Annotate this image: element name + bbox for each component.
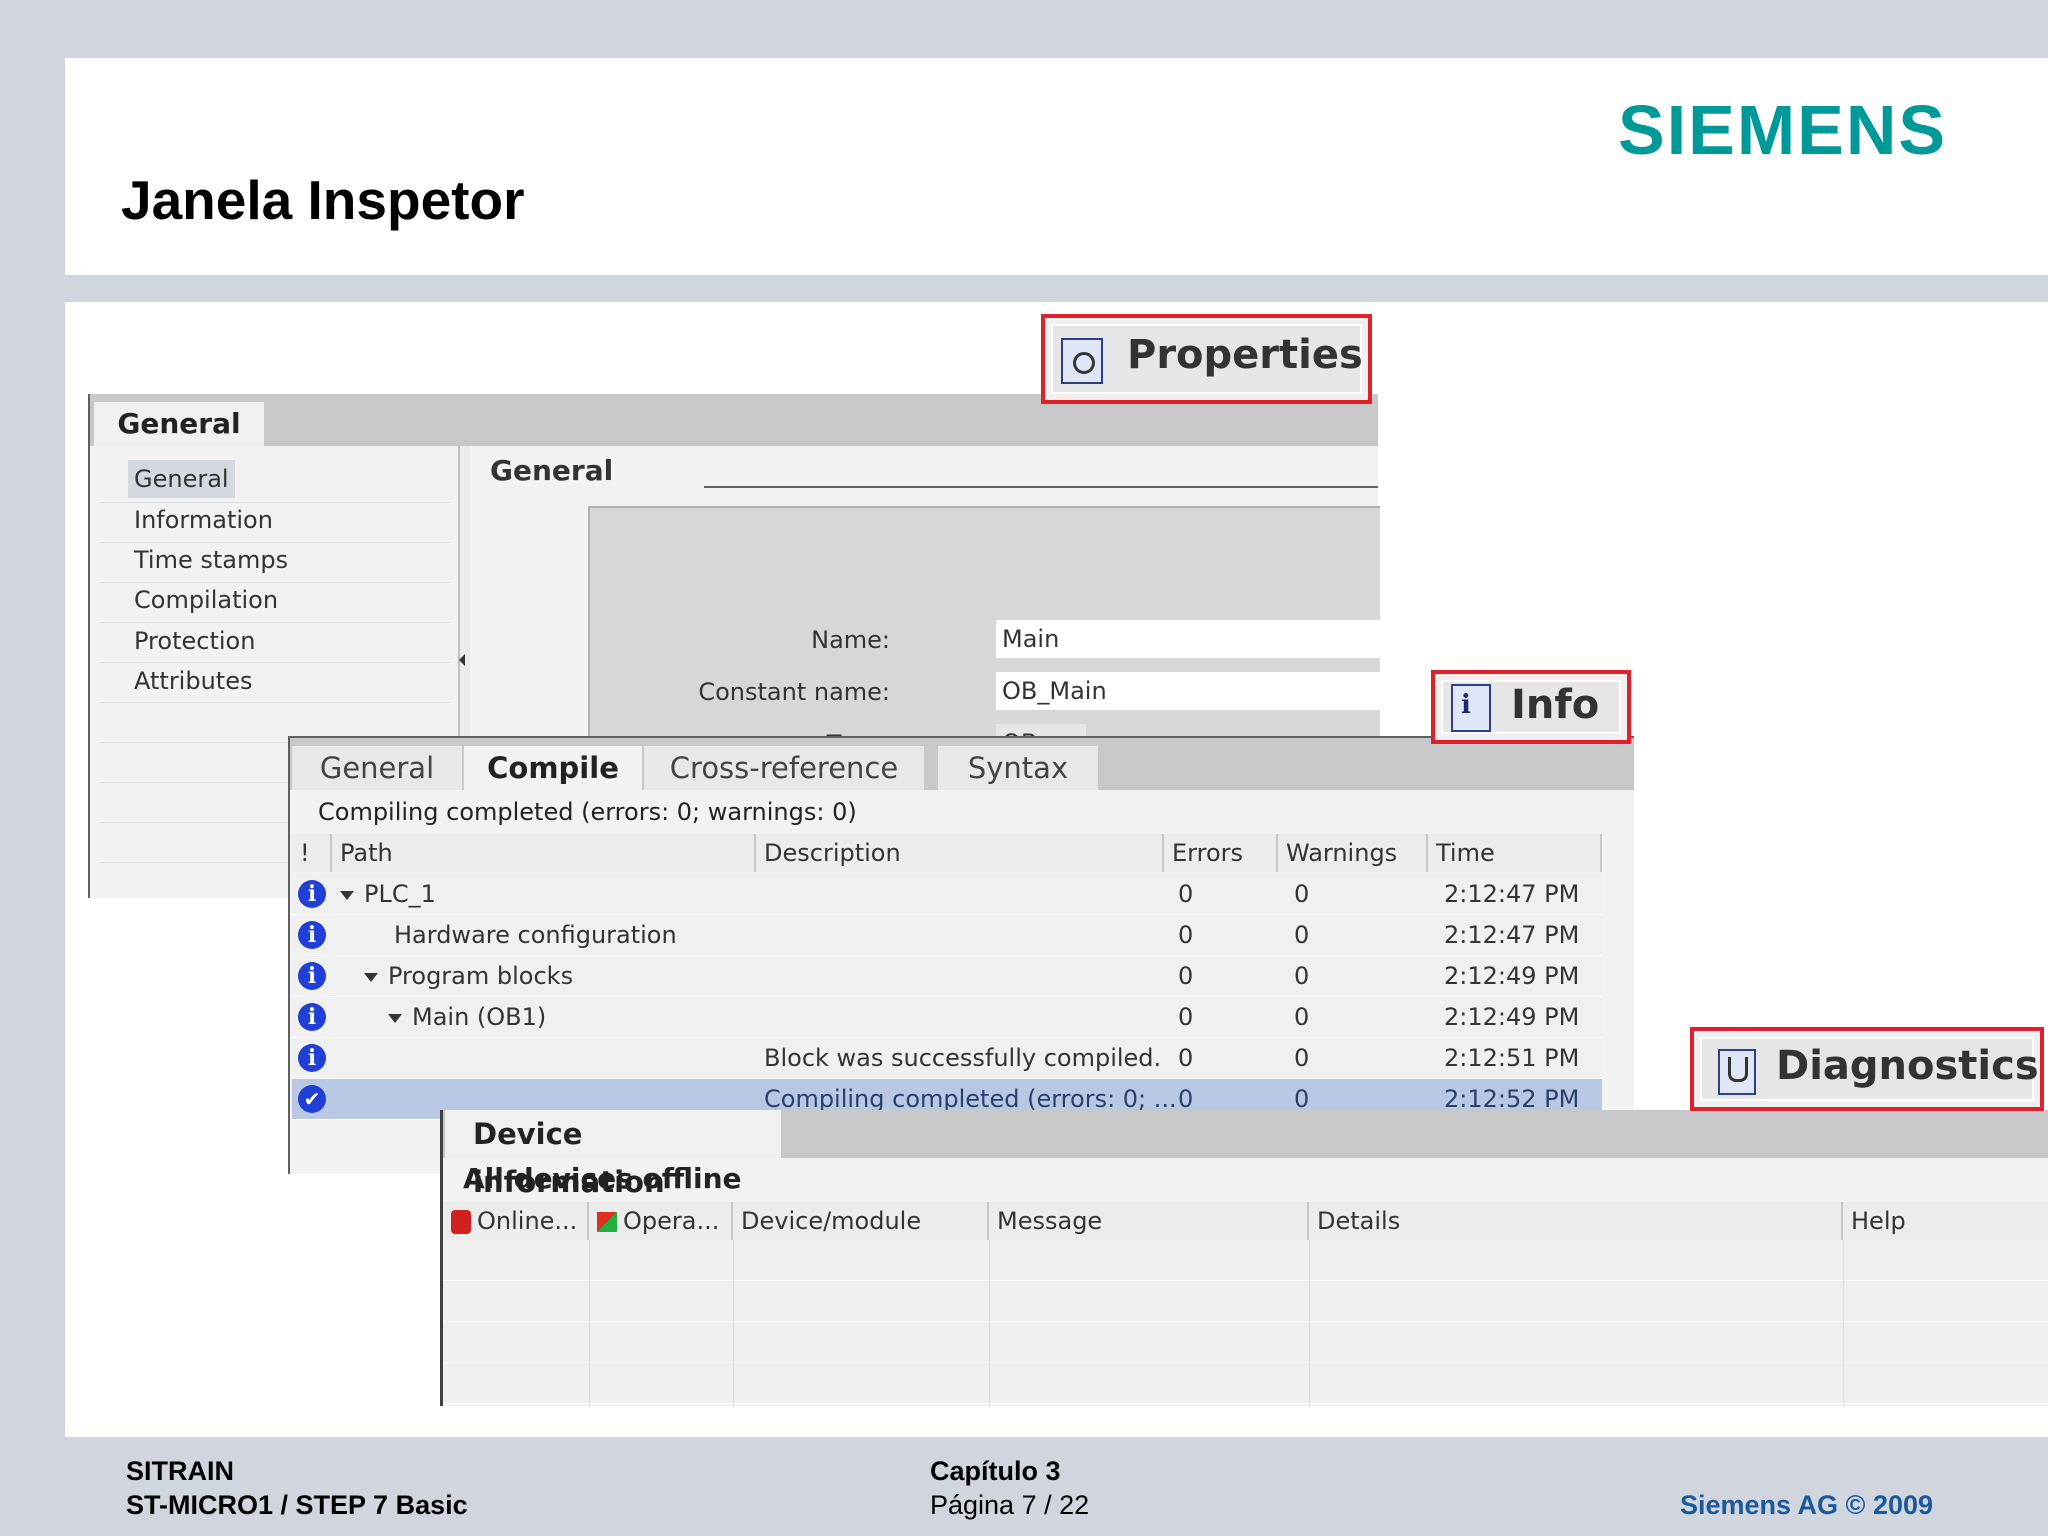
row-path: Program blocks <box>388 962 574 990</box>
properties-callout: Properties <box>1041 314 1372 404</box>
footer-copyright: Siemens AG © 2009 <box>1680 1490 1934 1520</box>
expand-icon[interactable] <box>340 890 354 900</box>
row-time: 2:12:47 PM <box>1444 880 1580 908</box>
row-errors: 0 <box>1178 1044 1194 1072</box>
row-path: PLC_1 <box>364 880 436 908</box>
nav-item-attributes[interactable]: Attributes <box>134 662 252 700</box>
col-description[interactable]: Description <box>756 834 1164 872</box>
footer-course: ST-MICRO1 / STEP 7 Basic <box>126 1490 468 1520</box>
info-icon: i <box>298 962 326 990</box>
compile-status: Compiling completed (errors: 0; warnings… <box>318 798 857 826</box>
slide-title: Janela Inspetor <box>121 169 525 231</box>
col-message[interactable]: Message <box>989 1202 1309 1240</box>
info-callout: i Info <box>1431 670 1631 744</box>
col-help[interactable]: Help <box>1843 1202 2048 1240</box>
row-errors: 0 <box>1178 962 1194 990</box>
divider <box>100 702 450 703</box>
row-path: Hardware configuration <box>394 921 677 949</box>
row-path: Main (OB1) <box>412 1003 547 1031</box>
table-row[interactable]: i Hardware configuration 0 0 2:12:47 PM <box>292 915 1602 956</box>
info-icon: i <box>298 921 326 949</box>
row-warnings: 0 <box>1294 880 1310 908</box>
col-flag[interactable]: ! <box>292 834 332 872</box>
diagnostics-callout: Diagnostics <box>1690 1027 2044 1111</box>
tab-cross-reference[interactable]: Cross-reference <box>644 746 924 790</box>
properties-icon <box>1061 338 1103 384</box>
col-operating-state[interactable]: Opera... <box>589 1202 733 1240</box>
footer-page-number: Página 7 / 22 <box>930 1490 1090 1520</box>
diagnostics-callout-label: Diagnostics <box>1776 1043 2039 1089</box>
section-title: General <box>490 454 614 487</box>
row-time: 2:12:49 PM <box>1444 962 1580 990</box>
name-label: Name: <box>811 626 890 654</box>
row-warnings: 0 <box>1294 1044 1310 1072</box>
nav-item-general[interactable]: General <box>128 460 235 498</box>
table-row <box>443 1240 2048 1281</box>
info-icon: i <box>298 1044 326 1072</box>
tab-syntax[interactable]: Syntax <box>938 746 1098 790</box>
section-divider <box>704 486 1378 488</box>
siemens-logo: SIEMENS <box>1618 91 1948 169</box>
info-tab-bar: General Compile Cross-reference Syntax <box>290 738 1634 790</box>
row-time: 2:12:51 PM <box>1444 1044 1580 1072</box>
info-window: General Compile Cross-reference Syntax C… <box>288 736 1634 1174</box>
table-row <box>443 1363 2048 1404</box>
footer-chapter: Capítulo 3 <box>930 1456 1061 1486</box>
diagnostics-icon <box>1718 1049 1756 1095</box>
nav-item-compilation[interactable]: Compilation <box>134 581 278 619</box>
table-row <box>443 1281 2048 1322</box>
row-warnings: 0 <box>1294 1003 1310 1031</box>
row-warnings: 0 <box>1294 921 1310 949</box>
expand-icon[interactable] <box>388 1013 402 1023</box>
online-status-icon <box>451 1210 471 1234</box>
constant-name-label: Constant name: <box>698 678 890 706</box>
tab-general[interactable]: General <box>94 402 264 446</box>
table-row[interactable]: i PLC_1 0 0 2:12:47 PM <box>292 874 1602 915</box>
table-row[interactable]: i Main (OB1) 0 0 2:12:49 PM <box>292 997 1602 1038</box>
diagnostics-tab-bar: Device information <box>443 1110 2048 1199</box>
row-errors: 0 <box>1178 880 1194 908</box>
table-row[interactable]: i Block was successfully compiled. 0 0 2… <box>292 1038 1602 1079</box>
nav-item-information[interactable]: Information <box>134 501 273 539</box>
table-row[interactable]: i Program blocks 0 0 2:12:49 PM <box>292 956 1602 997</box>
row-warnings: 0 <box>1294 962 1310 990</box>
col-path[interactable]: Path <box>332 834 756 872</box>
constant-name-field[interactable]: OB_Main <box>996 672 1380 710</box>
diagnostics-window: Device information All devices offline O… <box>440 1110 2048 1406</box>
collapse-arrow-icon[interactable] <box>459 654 465 666</box>
info-callout-label: Info <box>1511 682 1600 728</box>
devices-status: All devices offline <box>463 1162 742 1195</box>
col-errors[interactable]: Errors <box>1164 834 1278 872</box>
col-time[interactable]: Time <box>1428 834 1602 872</box>
expand-icon[interactable] <box>364 972 378 982</box>
table-row <box>443 1322 2048 1363</box>
col-warnings[interactable]: Warnings <box>1278 834 1428 872</box>
row-errors: 0 <box>1178 1003 1194 1031</box>
row-time: 2:12:47 PM <box>1444 921 1580 949</box>
nav-item-protection[interactable]: Protection <box>134 622 255 660</box>
col-details[interactable]: Details <box>1309 1202 1843 1240</box>
tab-device-information[interactable]: Device information <box>445 1110 781 1199</box>
info-window-icon: i <box>1451 684 1491 732</box>
row-description: Block was successfully compiled. <box>764 1044 1162 1072</box>
name-field[interactable]: Main <box>996 620 1380 658</box>
col-online[interactable]: Online... <box>443 1202 589 1240</box>
info-icon: i <box>298 880 326 908</box>
operating-state-icon <box>597 1212 617 1232</box>
properties-callout-label: Properties <box>1127 332 1363 378</box>
row-errors: 0 <box>1178 921 1194 949</box>
nav-item-time-stamps[interactable]: Time stamps <box>134 541 288 579</box>
row-time: 2:12:49 PM <box>1444 1003 1580 1031</box>
info-icon: i <box>298 1003 326 1031</box>
check-icon: ✔ <box>298 1085 326 1113</box>
col-device-module[interactable]: Device/module <box>733 1202 989 1240</box>
footer-sitrain: SITRAIN <box>126 1456 234 1486</box>
tab-general[interactable]: General <box>292 746 462 790</box>
tab-compile[interactable]: Compile <box>464 746 642 790</box>
